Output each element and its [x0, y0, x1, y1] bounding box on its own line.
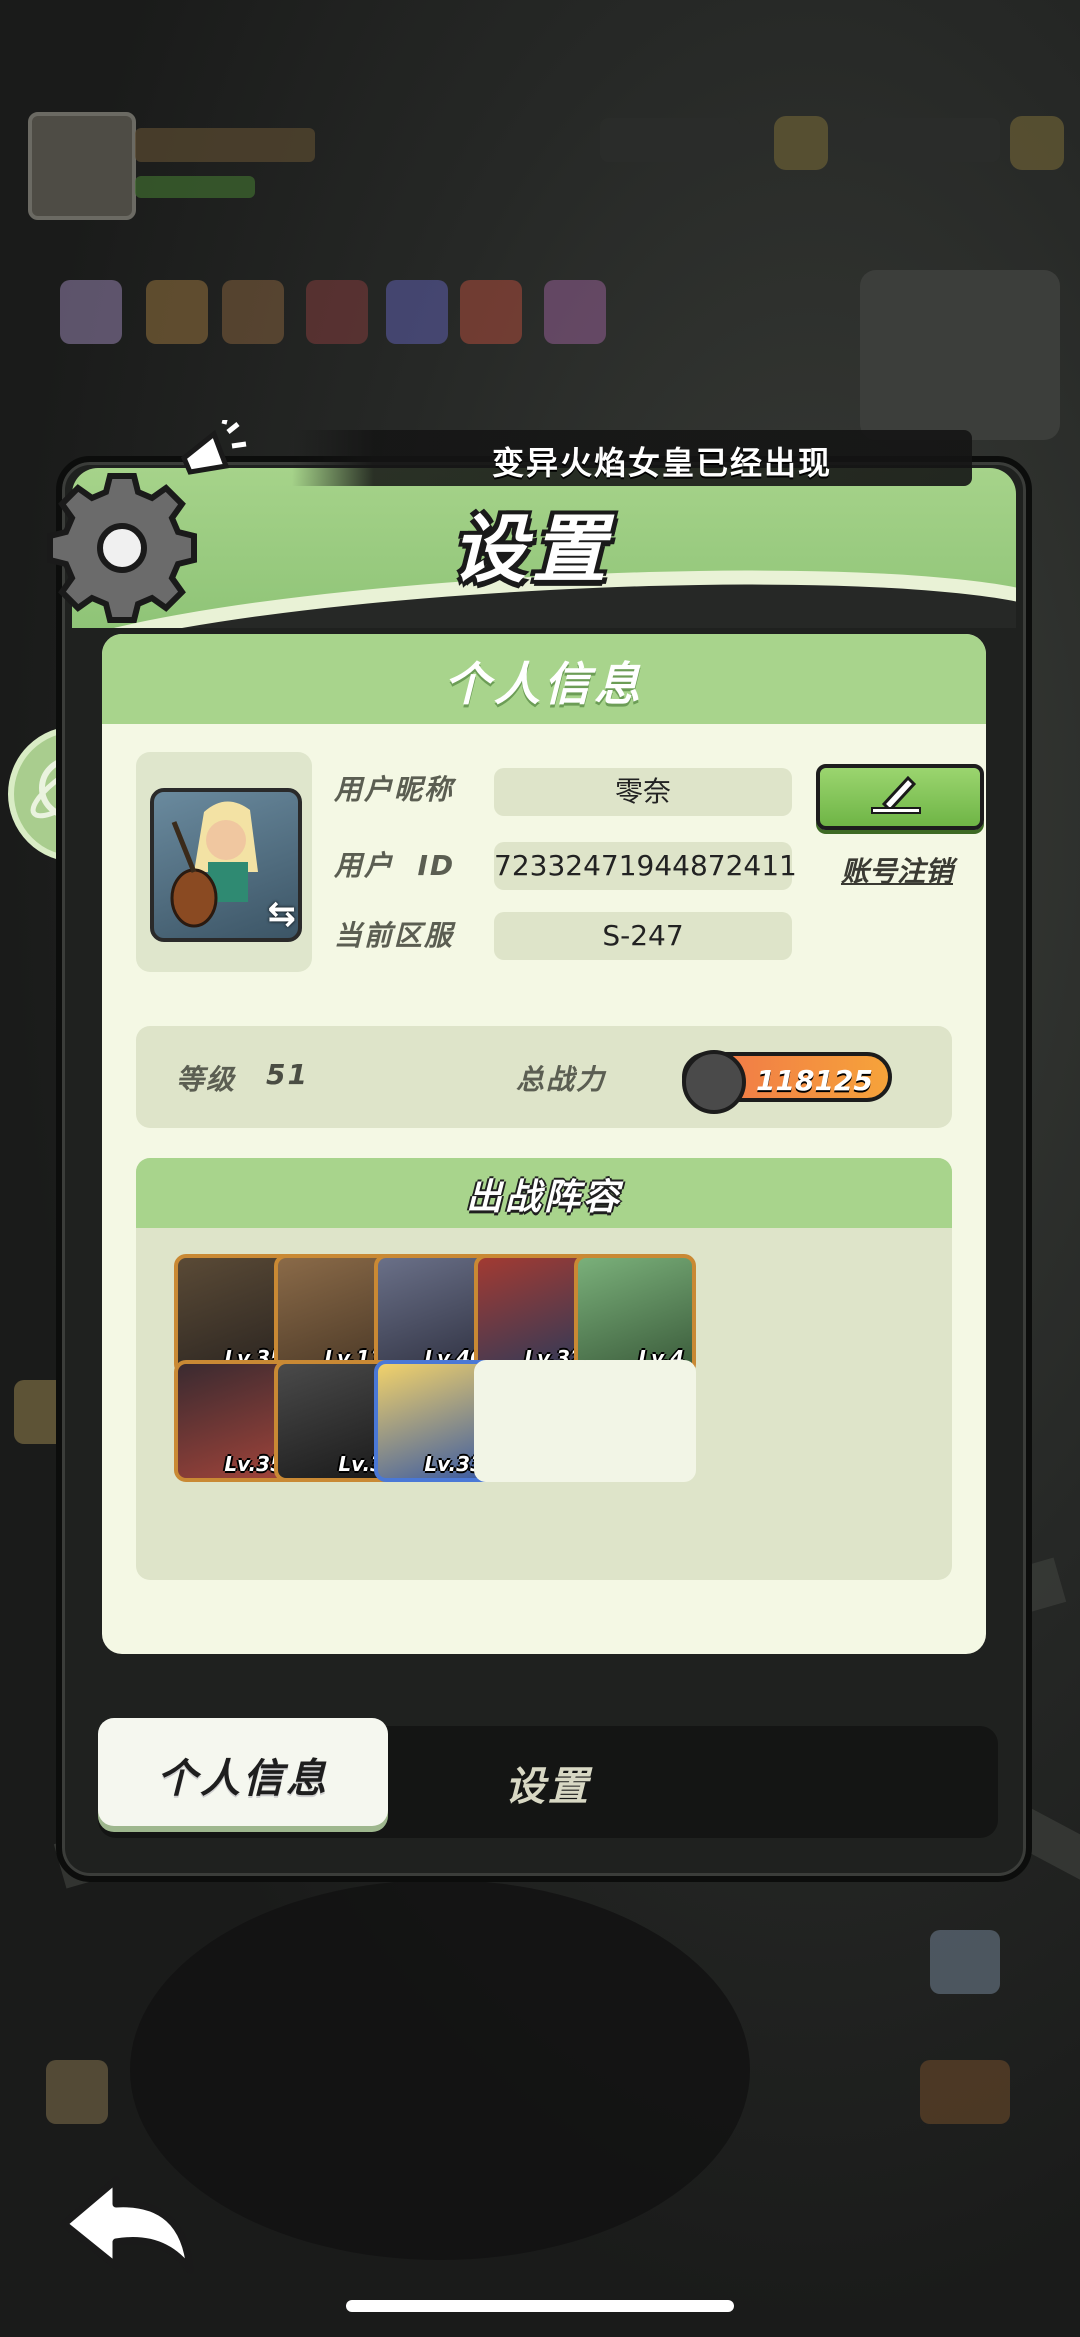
- lineup-header: 出战阵容: [136, 1158, 952, 1228]
- power-badge: 118125: [682, 1050, 892, 1114]
- tab-bar: 个人信息 设置: [98, 1718, 998, 1838]
- battle-lineup: 出战阵容 Lv.35 Lv.11 Lv.40 Lv.32 Lv.4 Lv.35 …: [136, 1158, 952, 1580]
- nickname-label: 用户昵称: [334, 773, 455, 806]
- personal-info-card: 个人信息 ⇆ 用户昵称 零奈 用户 ID 72332471944872411 账…: [102, 634, 986, 1654]
- user-id-label: 用户 ID: [334, 849, 456, 882]
- account-cancel-link[interactable]: 账号注销: [822, 850, 972, 890]
- pencil-icon: [871, 775, 921, 814]
- server-label: 当前区服: [334, 919, 455, 952]
- back-arrow-icon[interactable]: [54, 2172, 204, 2282]
- swap-icon[interactable]: ⇆: [268, 894, 297, 934]
- card-header: 个人信息: [102, 634, 986, 724]
- level-value: 51: [266, 1058, 309, 1091]
- avatar[interactable]: ⇆: [150, 788, 302, 942]
- tab-label: 个人信息: [157, 1756, 329, 1802]
- power-label: 总战力: [516, 1063, 607, 1096]
- tab-settings[interactable]: 设置: [428, 1726, 668, 1834]
- avatar-container: ⇆: [136, 752, 312, 972]
- page-title: 设置: [452, 507, 612, 593]
- hero-slot[interactable]: Lv.4: [574, 1254, 696, 1376]
- user-id-field: 72332471944872411: [494, 842, 797, 890]
- server-field: S-247: [494, 912, 792, 960]
- announcement-banner: 变异火焰女皇已经出现: [292, 430, 972, 486]
- edit-nickname-button[interactable]: [816, 764, 984, 830]
- section-title: 个人信息: [444, 657, 644, 711]
- tab-label: 设置: [505, 1764, 591, 1810]
- settings-panel: 变异火焰女皇已经出现 设置 个人信息 ⇆ 用户昵称 零奈 用户 ID 72332…: [47, 420, 1032, 1882]
- home-indicator[interactable]: [346, 2300, 734, 2312]
- crossed-swords-icon: [682, 1050, 746, 1114]
- megaphone-icon: [180, 420, 247, 475]
- gear-icon: [47, 473, 197, 623]
- announcement-text: 变异火焰女皇已经出现: [492, 444, 833, 482]
- lineup-title: 出战阵容: [465, 1177, 622, 1218]
- hud-avatar: [28, 112, 136, 220]
- nickname-field: 零奈: [494, 768, 792, 816]
- stats-bar: 等级 51 总战力 118125: [136, 1026, 952, 1128]
- tab-personal-info[interactable]: 个人信息: [98, 1718, 388, 1826]
- level-label: 等级: [176, 1063, 237, 1096]
- power-value: 118125: [756, 1064, 873, 1097]
- empty-hero-slot[interactable]: [574, 1360, 696, 1482]
